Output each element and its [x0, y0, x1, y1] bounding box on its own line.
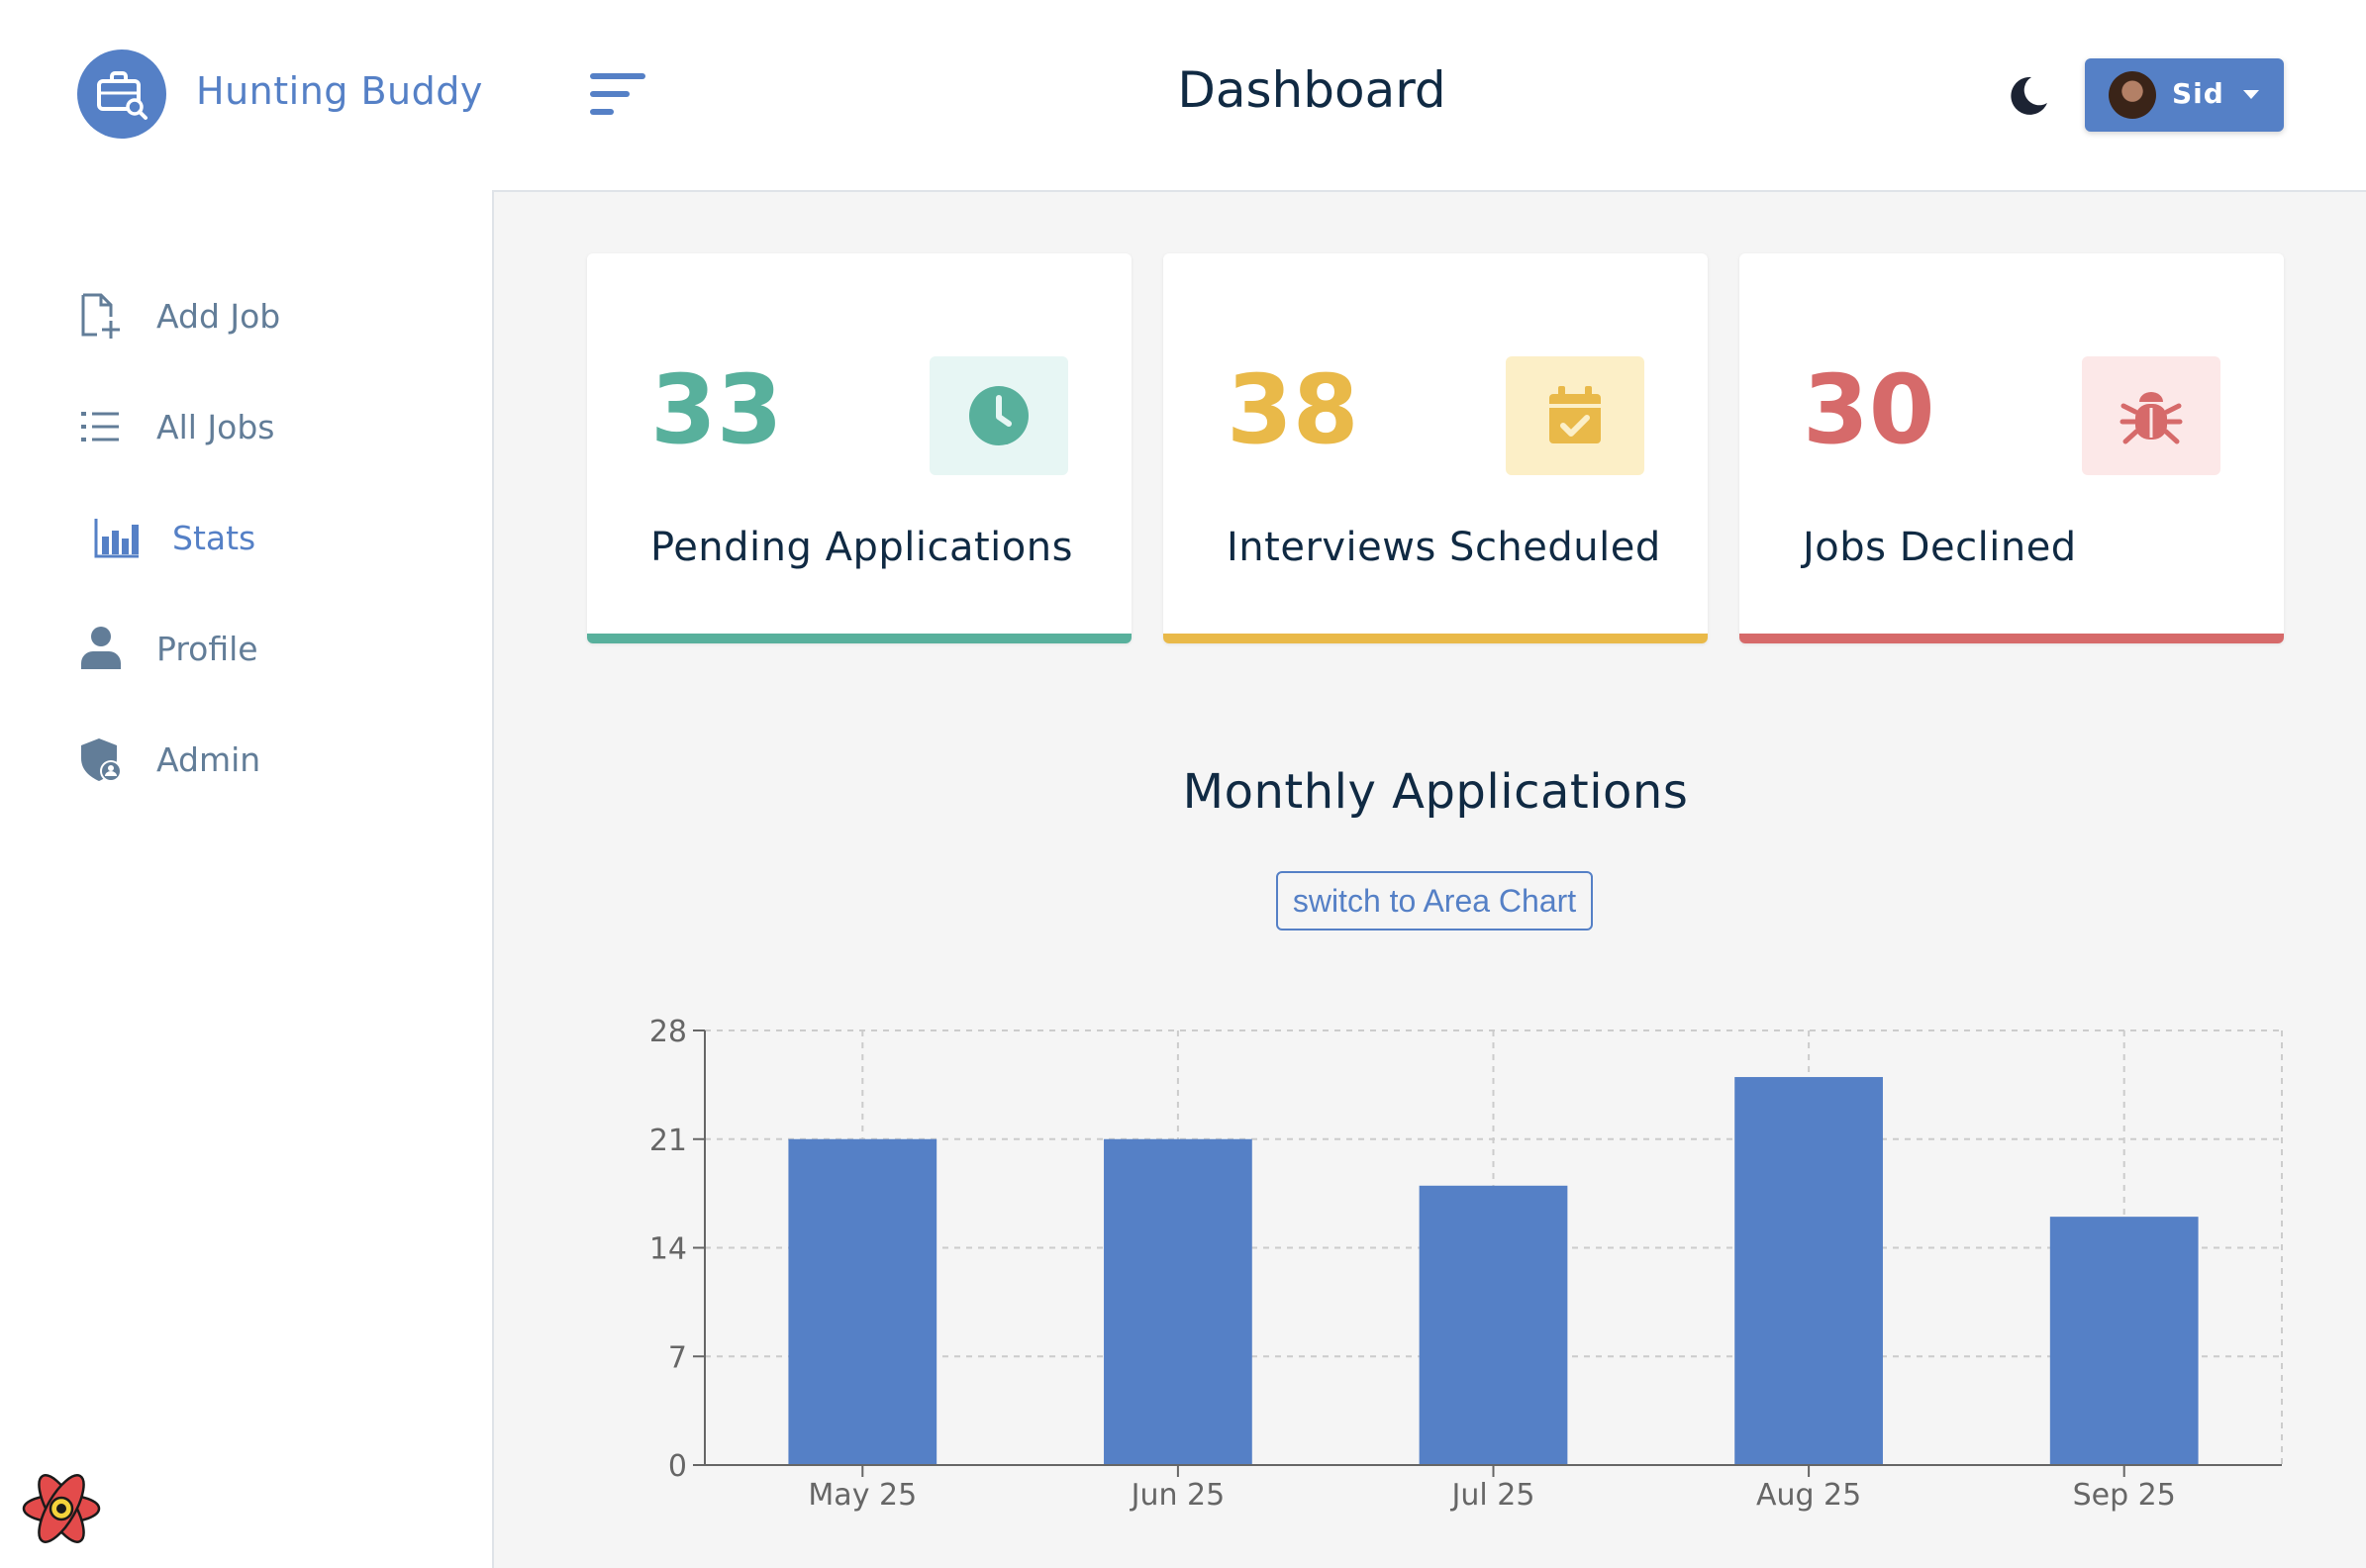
stat-icon-box: [2082, 356, 2220, 475]
stat-card-pending: 33 Pending Applications: [587, 253, 1132, 643]
bar-aug-25: [1734, 1077, 1883, 1465]
stat-count: 33: [650, 354, 783, 465]
theme-toggle-button[interactable]: [2006, 73, 2051, 119]
bar-chart-icon: [94, 519, 139, 558]
stat-accent-bar: [587, 634, 1132, 643]
moon-icon: [2011, 76, 2047, 115]
stat-icon-box: [930, 356, 1068, 475]
stat-label: Jobs Declined: [1803, 525, 2077, 570]
stat-card-declined: 30 Jobs Declined: [1739, 253, 2284, 643]
x-tick-label: Sep 25: [2073, 1478, 2176, 1513]
sidebar: Add Job All Jobs Stats Profile Admin: [0, 190, 494, 1568]
stat-accent-bar: [1163, 634, 1708, 643]
calendar-check-icon: [1549, 386, 1601, 443]
stat-count: 38: [1227, 354, 1359, 465]
x-tick-label: Jul 25: [1450, 1478, 1535, 1513]
chart-title: Monthly Applications: [1182, 764, 1689, 820]
monthly-applications-bar-chart: 0 7 14 21 28 May 25 Jun 25 Jul 25 Aug 25 Sep 25: [649, 1015, 2283, 1513]
sidebar-item-admin[interactable]: Admin: [77, 725, 453, 794]
sidebar-item-all-jobs[interactable]: All Jobs: [77, 392, 453, 461]
menu-line: [590, 73, 645, 79]
y-tick-label: 21: [649, 1124, 687, 1158]
clock-icon: [969, 386, 1029, 445]
add-file-icon: [81, 293, 120, 339]
page-title: Dashboard: [1177, 61, 1446, 119]
user-menu-button[interactable]: Sid: [2085, 58, 2284, 132]
y-tick-label: 7: [668, 1340, 687, 1375]
sidebar-item-stats[interactable]: Stats: [93, 503, 469, 572]
sidebar-item-label: Add Job: [156, 297, 281, 336]
bar-jun-25: [1104, 1138, 1252, 1465]
sidebar-item-label: Profile: [156, 630, 258, 668]
menu-line: [590, 109, 614, 115]
stat-label: Interviews Scheduled: [1227, 525, 1661, 570]
sidebar-item-add-job[interactable]: Add Job: [77, 281, 453, 350]
sidebar-item-profile[interactable]: Profile: [77, 614, 453, 683]
bug-icon: [2120, 392, 2183, 444]
x-tick-label: May 25: [808, 1478, 917, 1513]
logo: [77, 49, 166, 139]
x-tick-label: Jun 25: [1130, 1478, 1226, 1513]
menu-line: [590, 91, 630, 97]
sidebar-item-label: All Jobs: [156, 408, 275, 446]
sidebar-item-label: Stats: [172, 519, 256, 557]
y-tick-label: 14: [649, 1232, 687, 1267]
bar-sep-25: [2049, 1217, 2199, 1465]
sidebar-item-label: Admin: [156, 740, 261, 779]
switch-chart-type-button[interactable]: switch to Area Chart: [1276, 871, 1593, 931]
user-icon: [81, 627, 121, 669]
bar-may-25: [788, 1138, 937, 1465]
avatar: [2109, 71, 2156, 119]
bar-jul-25: [1419, 1185, 1568, 1465]
y-tick-label: 0: [668, 1449, 687, 1484]
stat-count: 30: [1803, 354, 1935, 465]
top-navbar: Hunting Buddy Dashboard Sid: [0, 0, 2366, 192]
react-devtools-icon[interactable]: [20, 1473, 103, 1544]
stat-accent-bar: [1739, 634, 2284, 643]
x-tick-label: Aug 25: [1756, 1478, 1861, 1513]
stat-card-interviews: 38 Interviews Scheduled: [1163, 253, 1708, 643]
list-icon: [81, 412, 119, 441]
y-tick-label: 28: [649, 1015, 687, 1049]
stat-label: Pending Applications: [650, 525, 1073, 570]
brand-name: Hunting Buddy: [196, 69, 483, 113]
stat-icon-box: [1506, 356, 1644, 475]
sidebar-toggle-button[interactable]: [590, 73, 645, 117]
admin-shield-icon: [81, 738, 122, 782]
caret-down-icon: [2243, 90, 2259, 99]
briefcase-search-icon: [97, 71, 148, 120]
user-name: Sid: [2172, 77, 2224, 110]
